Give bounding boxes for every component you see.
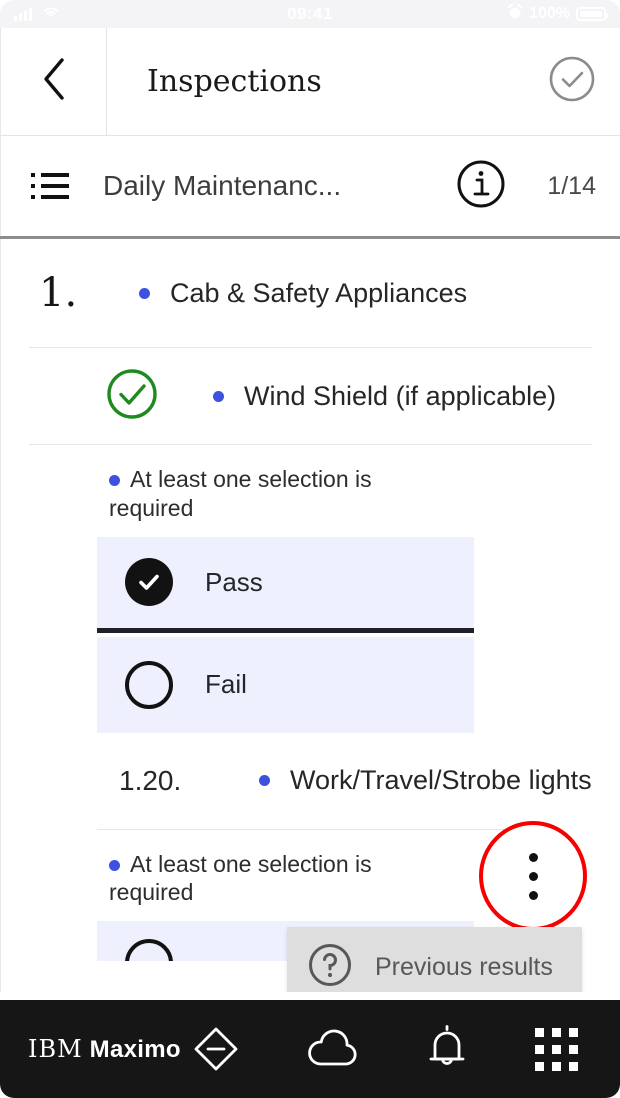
cloud-icon[interactable] [307, 1028, 359, 1070]
options-wind-shield: Pass Fail [1, 536, 620, 733]
bottom-navigation-bar: IBM Maximo [0, 1000, 620, 1098]
option-fail[interactable]: Fail [97, 636, 474, 733]
required-message-text: At least one selection is required [109, 850, 372, 906]
section-header[interactable]: 1. Cab & Safety Appliances [1, 239, 620, 347]
notification-bell-icon[interactable] [427, 1025, 467, 1073]
back-button[interactable] [1, 28, 107, 135]
help-circle-icon [307, 942, 353, 993]
option-pass-label: Pass [205, 566, 263, 597]
brand-name: Maximo [89, 1035, 181, 1063]
status-dot-icon [213, 390, 224, 402]
diamond-minus-icon[interactable] [193, 1026, 239, 1072]
inspection-counter: 1/14 [547, 171, 596, 200]
radio-unselected-icon [125, 939, 173, 961]
task-row-strobe-lights[interactable]: 1.20. Work/Travel/Strobe lights [1, 733, 620, 829]
battery-icon [576, 7, 608, 21]
task-row-wind-shield[interactable]: Wind Shield (if applicable) [1, 348, 620, 444]
option-fail-label: Fail [205, 669, 247, 699]
task-number: 1.20. [119, 764, 182, 796]
check-circle-icon [548, 55, 596, 108]
task-title: Work/Travel/Strobe lights [290, 765, 592, 795]
status-bar: 09:41 100% [0, 0, 620, 28]
status-bar-right: 100% [507, 3, 608, 25]
task-title-group: Work/Travel/Strobe lights [259, 765, 592, 796]
info-button[interactable] [456, 159, 506, 214]
option-pass[interactable]: Pass [97, 536, 474, 633]
section-title: Cab & Safety Appliances [170, 277, 468, 308]
section-number: 1. [39, 270, 78, 316]
overflow-menu-vertical-icon [528, 852, 538, 900]
overflow-menu-button[interactable] [479, 821, 587, 931]
brand-prefix: IBM [28, 1034, 83, 1063]
battery-percent-label: 100% [529, 5, 570, 22]
required-message-wind-shield: At least one selection is required [1, 445, 441, 537]
status-dot-icon [109, 475, 120, 487]
brand-logo: IBM Maximo [28, 1035, 181, 1064]
task-title: Wind Shield (if applicable) [244, 380, 557, 411]
page-title: Inspections [147, 64, 322, 99]
status-dot-icon [259, 775, 270, 786]
required-message-strobe-lights: At least one selection is required [1, 830, 441, 922]
radio-unselected-icon [125, 660, 173, 709]
app-switcher-icon[interactable] [535, 1027, 578, 1071]
status-dot-icon [139, 287, 150, 299]
bottom-nav-icons [193, 1025, 592, 1073]
inspection-content: 1. Cab & Safety Appliances Wind Shield (… [0, 239, 620, 992]
previous-results-label: Previous results [375, 952, 553, 981]
section-title-group: Cab & Safety Appliances [139, 278, 467, 309]
status-dot-icon [109, 859, 120, 871]
task-title-group: Wind Shield (if applicable) [213, 381, 556, 412]
previous-results-menu-item[interactable]: Previous results [287, 927, 582, 992]
inspection-subheader: Daily Maintenanc... 1/14 [0, 136, 620, 236]
complete-inspection-button[interactable] [524, 28, 620, 135]
page-header: Inspections [0, 28, 620, 136]
radio-selected-icon [125, 558, 173, 606]
chevron-left-icon [39, 56, 69, 107]
info-circle-icon [456, 159, 506, 214]
alarm-clock-icon [507, 3, 523, 25]
inspection-title: Daily Maintenanc... [103, 170, 342, 201]
green-check-circle-icon [105, 367, 159, 426]
required-message-text: At least one selection is required [109, 466, 372, 521]
list-icon[interactable] [25, 169, 77, 203]
